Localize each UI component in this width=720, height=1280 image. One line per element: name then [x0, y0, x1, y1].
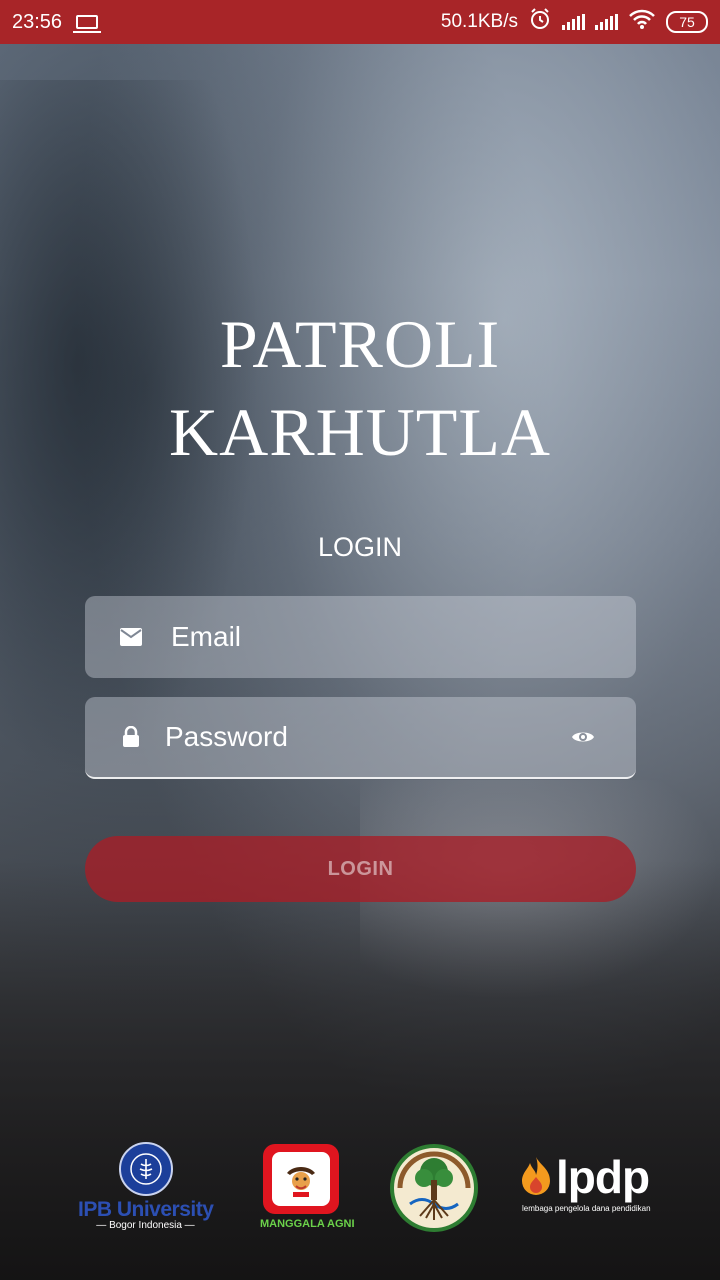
signal-icon [562, 14, 585, 30]
password-field[interactable] [85, 697, 636, 779]
battery-indicator: 75 [666, 11, 708, 33]
ipb-name: IPB University [78, 1198, 214, 1221]
manggala-emblem-icon [263, 1144, 339, 1214]
manggala-name: MANGGALA AGNI [260, 1218, 355, 1230]
ipb-logo: IPB University — Bogor Indonesia — [78, 1142, 214, 1234]
flame-icon [518, 1155, 554, 1200]
ipb-subtitle: — Bogor Indonesia — [96, 1220, 195, 1231]
alarm-icon [528, 7, 552, 37]
lock-icon [119, 725, 143, 749]
app-title: PATROLI KARHUTLA [0, 300, 720, 476]
app-title-line2: KARHUTLA [169, 394, 551, 470]
lpdp-subtitle: lembaga pengelola dana pendidikan [522, 1204, 651, 1213]
status-time: 23:56 [12, 10, 63, 33]
laptop-icon [73, 15, 102, 33]
lpdp-name: lpdp [556, 1151, 650, 1203]
klhk-logo [388, 1144, 480, 1232]
manggala-agni-logo: MANGGALA AGNI [260, 1144, 355, 1236]
password-input[interactable] [165, 721, 570, 753]
login-button[interactable]: LOGIN [85, 836, 636, 902]
envelope-icon [119, 625, 143, 649]
ipb-emblem-icon [118, 1142, 173, 1196]
status-bar: 23:56 50.1KB/s 75 [0, 0, 720, 44]
signal-icon-2 [595, 14, 618, 30]
network-speed: 50.1KB/s [440, 11, 518, 32]
lpdp-logo: lpdp lembaga pengelola dana pendidikan [518, 1152, 658, 1222]
email-input[interactable] [171, 621, 636, 653]
status-right: 50.1KB/s 75 [441, 7, 708, 37]
login-heading: LOGIN [317, 532, 403, 562]
app-title-line1: PATROLI [219, 306, 501, 382]
partner-logos: IPB University — Bogor Indonesia — MANGG… [0, 1140, 720, 1240]
email-field[interactable] [85, 596, 636, 678]
eye-icon[interactable] [570, 724, 596, 750]
wifi-icon [628, 8, 656, 36]
